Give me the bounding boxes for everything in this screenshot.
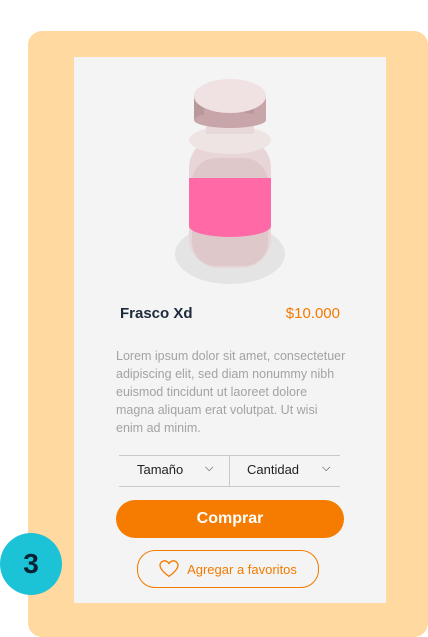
jar-label-bottom [189,215,271,237]
quantity-select[interactable]: Cantidad ⌵ [229,456,340,486]
product-options: Tamaño ⌵ Cantidad ⌵ [119,455,340,487]
add-to-favorites-button[interactable]: Agregar a favoritos [137,550,319,588]
heart-icon [159,560,179,578]
product-image [175,79,285,284]
add-to-favorites-label: Agregar a favoritos [187,561,297,577]
buy-button[interactable]: Comprar [116,500,344,538]
jar-lid-bottom [194,112,266,128]
size-select[interactable]: Tamaño ⌵ [119,456,229,486]
jar-lid-top [194,79,266,113]
quantity-select-label: Cantidad [247,462,300,477]
product-price: $10.000 [285,305,340,322]
size-select-label: Tamaño [137,462,184,477]
chevron-down-icon: ⌵ [322,462,331,474]
chevron-down-icon: ⌵ [205,462,214,474]
product-title: Frasco Xd [120,305,193,322]
product-description: Lorem ipsum dolor sit amet, consectetuer… [116,349,346,435]
step-badge: 3 [0,533,62,595]
